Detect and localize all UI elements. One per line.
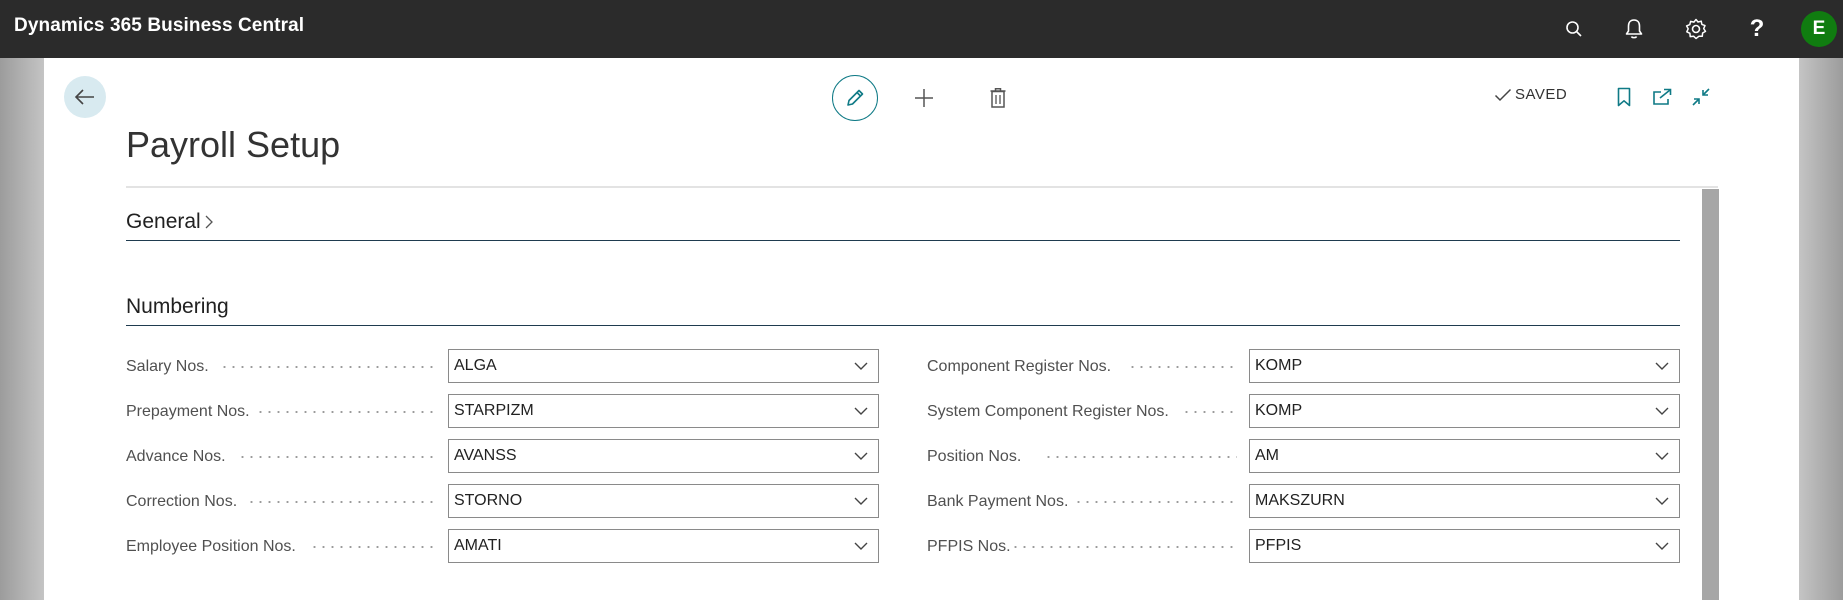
field-label: Employee Position Nos. [126, 538, 296, 555]
section-general-header[interactable]: General [126, 210, 1680, 241]
section-general-label: General [126, 210, 201, 233]
arrow-left-icon [74, 89, 94, 105]
field-dots [220, 366, 436, 368]
chevron-down-icon[interactable] [1645, 350, 1679, 382]
field-dots [1128, 366, 1237, 368]
checkmark-icon [1494, 88, 1512, 101]
field-label: Bank Payment Nos. [927, 493, 1069, 510]
field-dots [247, 501, 436, 503]
back-button[interactable] [64, 76, 106, 118]
field-value: MAKSZURN [1255, 492, 1345, 509]
page-title: Payroll Setup [126, 124, 341, 165]
field-dots [238, 456, 436, 458]
help-icon[interactable]: ? [1743, 15, 1771, 43]
field-label: Salary Nos. [126, 358, 209, 375]
field-label: Component Register Nos. [927, 358, 1112, 375]
chevron-down-icon[interactable] [844, 350, 878, 382]
chevron-down-icon[interactable] [844, 395, 878, 427]
saved-status-label: SAVED [1515, 86, 1568, 103]
field-label: System Component Register Nos. [927, 403, 1169, 420]
page-card: SAVED Payroll Setup General Numbering Sa… [44, 58, 1799, 600]
field-label: Position Nos. [927, 448, 1022, 465]
field-value: KOMP [1255, 357, 1303, 374]
bank-payment-nos-select[interactable]: MAKSZURN [1249, 484, 1680, 518]
scrollbar[interactable] [1702, 189, 1719, 600]
component-register-nos-select[interactable]: KOMP [1249, 349, 1680, 383]
field-label: Correction Nos. [126, 493, 238, 510]
gear-icon[interactable] [1682, 15, 1710, 43]
field-value: ALGA [454, 357, 497, 374]
trash-icon [990, 88, 1006, 108]
field-dots [1044, 456, 1237, 458]
field-value: AMATI [454, 537, 502, 554]
field-value: KOMP [1255, 402, 1303, 419]
collapse-icon[interactable] [1689, 85, 1713, 109]
bell-icon[interactable] [1620, 15, 1648, 43]
advance-nos-select[interactable]: AVANSS [448, 439, 879, 473]
field-dots [256, 411, 436, 413]
user-avatar[interactable]: E [1801, 11, 1837, 47]
pfpis-nos-select[interactable]: PFPIS [1249, 529, 1680, 563]
field-value: PFPIS [1255, 537, 1302, 554]
plus-icon [915, 89, 933, 107]
field-label: Prepayment Nos. [126, 403, 250, 420]
chevron-down-icon[interactable] [844, 530, 878, 562]
field-label: Advance Nos. [126, 448, 226, 465]
search-icon[interactable] [1560, 15, 1588, 43]
salary-nos-select[interactable]: ALGA [448, 349, 879, 383]
position-nos-select[interactable]: AM [1249, 439, 1680, 473]
open-new-window-icon[interactable] [1650, 85, 1674, 109]
field-dots [1011, 546, 1237, 548]
field-value: AM [1255, 447, 1279, 464]
new-button[interactable] [905, 79, 943, 117]
chevron-down-icon[interactable] [1645, 440, 1679, 472]
chevron-down-icon[interactable] [1645, 530, 1679, 562]
section-numbering-header: Numbering [126, 295, 1680, 326]
field-dots [1182, 411, 1237, 413]
edit-button[interactable] [832, 75, 878, 121]
system-component-register-nos-select[interactable]: KOMP [1249, 394, 1680, 428]
field-dots [310, 546, 436, 548]
field-value: STORNO [454, 492, 523, 509]
chevron-down-icon[interactable] [844, 485, 878, 517]
pencil-icon [847, 89, 864, 106]
app-title[interactable]: Dynamics 365 Business Central [14, 15, 304, 37]
field-value: STARPIZM [454, 402, 534, 419]
chevron-right-icon [205, 215, 213, 229]
saved-status: SAVED [1494, 86, 1567, 103]
section-numbering-label: Numbering [126, 295, 229, 318]
prepayment-nos-select[interactable]: STARPIZM [448, 394, 879, 428]
title-divider [126, 186, 1718, 188]
chevron-down-icon[interactable] [1645, 395, 1679, 427]
chevron-down-icon[interactable] [1645, 485, 1679, 517]
top-bar: Dynamics 365 Business Central ? E [0, 0, 1843, 58]
field-value: AVANSS [454, 447, 517, 464]
chevron-down-icon[interactable] [844, 440, 878, 472]
bookmark-icon[interactable] [1612, 85, 1636, 109]
correction-nos-select[interactable]: STORNO [448, 484, 879, 518]
field-dots [1074, 501, 1237, 503]
employee-position-nos-select[interactable]: AMATI [448, 529, 879, 563]
delete-button[interactable] [979, 79, 1017, 117]
field-label: PFPIS Nos. [927, 538, 1011, 555]
